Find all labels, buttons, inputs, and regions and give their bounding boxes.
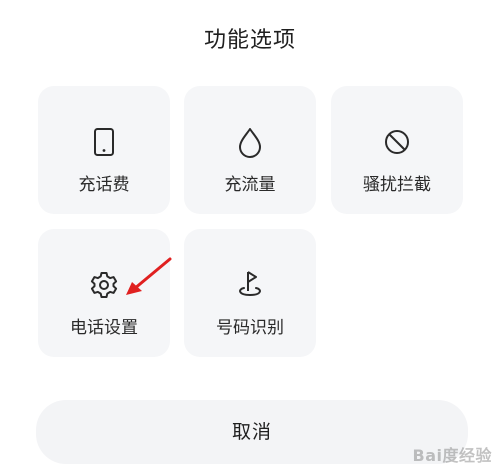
block-icon [331,126,463,158]
flag-pin-icon [184,269,316,301]
water-drop-icon [184,126,316,158]
option-harassment-block[interactable]: 骚扰拦截 [331,86,463,214]
watermark-logo: Bai度经验 [412,446,492,465]
option-label: 号码识别 [216,318,284,338]
option-label: 充话费 [78,175,130,195]
option-number-identification[interactable]: 号码识别 [184,229,316,357]
annotation-arrow-icon [126,257,172,295]
function-options-sheet: 功能选项 充话费 充流量 骚扰拦截 电话设置 号码识别 取消 Bai度经验 [0,0,500,474]
dialog-title: 功能选项 [203,28,296,53]
option-recharge-data[interactable]: 充流量 [184,86,316,214]
option-label: 充流量 [224,175,276,195]
phone-icon [38,126,170,158]
option-label: 骚扰拦截 [363,175,431,195]
option-recharge-phone[interactable]: 充话费 [38,86,170,214]
cancel-button[interactable]: 取消 [36,400,468,464]
option-label: 电话设置 [70,318,138,338]
